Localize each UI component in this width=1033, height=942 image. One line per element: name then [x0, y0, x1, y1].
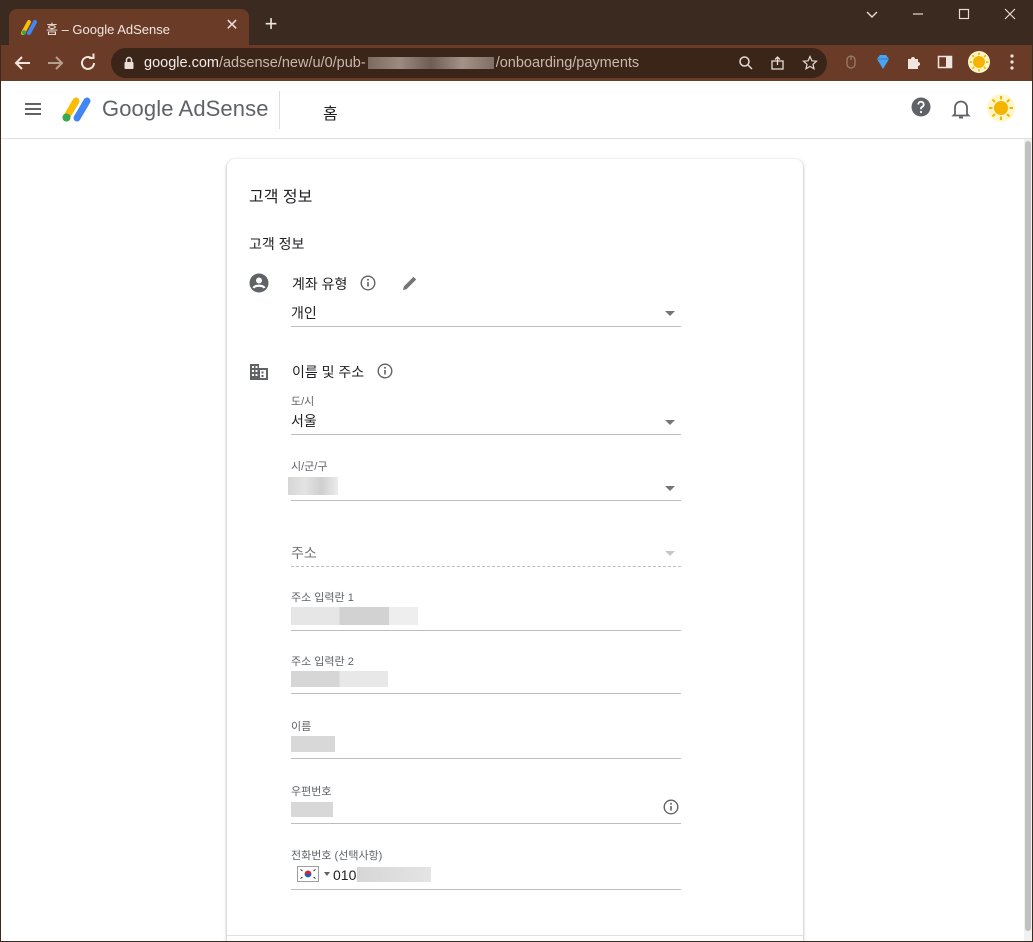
tab-strip: 홈 – Google AdSense ✕ +: [1, 1, 1032, 45]
customer-info-card: 고객 정보 고객 정보 계좌 유형 개인 이름 및 주소 도/시 서울 시/군/…: [227, 159, 803, 941]
account-circle-icon: [249, 273, 269, 298]
postal-code-redacted: [291, 802, 333, 817]
phone-input[interactable]: 전화번호 (선택사항) 010: [291, 847, 681, 890]
korea-flag-icon[interactable]: [297, 866, 319, 882]
adsense-favicon-icon: [21, 19, 39, 35]
new-tab-button[interactable]: +: [259, 13, 283, 37]
lock-icon: [123, 56, 135, 75]
browser-toolbar: google.com/adsense/new/u/0/pub- /onboardi…: [1, 45, 1032, 81]
name-address-label: 이름 및 주소: [292, 364, 365, 380]
address-dropdown-icon: [665, 551, 675, 556]
maximize-icon[interactable]: [949, 7, 979, 27]
notification-bell-icon[interactable]: [951, 98, 971, 125]
account-type-select[interactable]: 개인: [291, 301, 681, 327]
section-title: 고객 정보: [249, 236, 305, 252]
back-arrow-icon[interactable]: [11, 51, 35, 75]
postal-code-label: 우편번호: [291, 786, 332, 798]
profile-avatar-icon[interactable]: [967, 50, 991, 74]
minimize-icon[interactable]: [903, 7, 933, 27]
province-select[interactable]: 도/시 서울: [291, 393, 681, 435]
page-content: 고객 정보 고객 정보 계좌 유형 개인 이름 및 주소 도/시 서울 시/군/…: [1, 139, 1032, 941]
name-redacted: [291, 736, 335, 752]
postal-code-input[interactable]: 우편번호: [291, 783, 681, 825]
account-type-info-icon[interactable]: [360, 275, 376, 296]
account-type-dropdown-icon: [665, 311, 675, 316]
province-label: 도/시: [291, 396, 315, 408]
address-line1-redacted: [291, 607, 418, 625]
app-header: Google AdSense 홈: [1, 81, 1032, 139]
province-underline: [291, 434, 681, 435]
card-title: 고객 정보: [249, 189, 313, 206]
name-address-info-icon[interactable]: [377, 363, 393, 384]
postal-code-underline: [291, 823, 681, 824]
province-dropdown-icon: [665, 420, 675, 425]
url-path-start: /adsense/new/u/0/pub-: [218, 55, 366, 71]
address-line1-label: 주소 입력란 1: [291, 592, 354, 604]
name-underline: [291, 758, 681, 759]
extension-mouse-icon[interactable]: [841, 52, 861, 72]
page-scrollbar[interactable]: [1024, 139, 1032, 941]
province-value: 서울: [291, 413, 317, 429]
address-bar[interactable]: google.com/adsense/new/u/0/pub- /onboardi…: [111, 48, 827, 78]
tab-close-icon[interactable]: ✕: [223, 17, 241, 35]
address-line2-input[interactable]: 주소 입력란 2: [291, 653, 681, 695]
name-label: 이름: [291, 721, 312, 733]
card-divider: [227, 935, 803, 936]
share-icon[interactable]: [770, 55, 786, 76]
tab-title: 홈 – Google AdSense: [46, 22, 170, 37]
name-input[interactable]: 이름: [291, 718, 681, 760]
url-redacted: [367, 57, 494, 70]
city-dropdown-icon: [665, 486, 675, 491]
scrollbar-thumb[interactable]: [1025, 141, 1031, 931]
city-select[interactable]: 시/군/구: [288, 458, 681, 501]
address-line2-redacted: [291, 671, 388, 687]
adsense-logo-icon: [61, 95, 93, 128]
logo-text: Google AdSense: [102, 96, 269, 121]
edit-pencil-icon[interactable]: [400, 273, 420, 298]
address-line2-underline: [291, 693, 681, 694]
browser-window: 홈 – Google AdSense ✕ + google.com/adsens…: [0, 0, 1033, 942]
city-underline: [291, 500, 681, 501]
help-icon[interactable]: [911, 97, 931, 122]
browser-tab[interactable]: 홈 – Google AdSense ✕: [9, 9, 249, 45]
account-type-label: 계좌 유형: [292, 276, 348, 292]
address-line1-input[interactable]: 주소 입력란 1: [291, 589, 681, 631]
browser-menu-icon[interactable]: [1002, 52, 1022, 72]
phone-underline: [291, 889, 681, 890]
city-label: 시/군/구: [291, 461, 328, 473]
city-value-redacted: [288, 477, 338, 495]
account-type-underline: [291, 326, 681, 327]
tab-search-icon[interactable]: [857, 7, 887, 27]
address-line2-label: 주소 입력란 2: [291, 656, 354, 668]
page-title: 홈: [323, 106, 338, 123]
header-divider: [279, 91, 280, 129]
address-select[interactable]: 주소: [291, 541, 681, 567]
address-line1-underline: [291, 630, 681, 631]
bookmark-star-icon[interactable]: [802, 55, 818, 76]
phone-prefix: 010: [333, 867, 357, 883]
country-dropdown-icon[interactable]: [324, 872, 330, 876]
postal-code-info-icon[interactable]: [663, 799, 679, 820]
forward-arrow-icon[interactable]: [43, 51, 67, 75]
account-type-value: 개인: [291, 305, 317, 321]
reload-icon[interactable]: [76, 51, 100, 75]
hamburger-menu-icon[interactable]: [23, 99, 43, 119]
extension-gem-icon[interactable]: [873, 52, 893, 72]
url-path-end: /onboarding/payments: [495, 55, 640, 71]
phone-redacted: [357, 867, 431, 882]
account-avatar[interactable]: [986, 93, 1016, 123]
address-placeholder: 주소: [291, 545, 317, 561]
extensions-puzzle-icon[interactable]: [904, 52, 924, 72]
phone-label: 전화번호 (선택사항): [291, 850, 383, 862]
building-icon: [249, 361, 269, 386]
close-window-icon[interactable]: [995, 7, 1025, 27]
url-text: google.com/adsense/new/u/0/pub- /onboardi…: [144, 55, 639, 71]
side-panel-icon[interactable]: [935, 52, 955, 72]
url-host: google.com: [144, 55, 219, 71]
address-underline: [291, 566, 681, 567]
zoom-icon[interactable]: [738, 55, 754, 76]
